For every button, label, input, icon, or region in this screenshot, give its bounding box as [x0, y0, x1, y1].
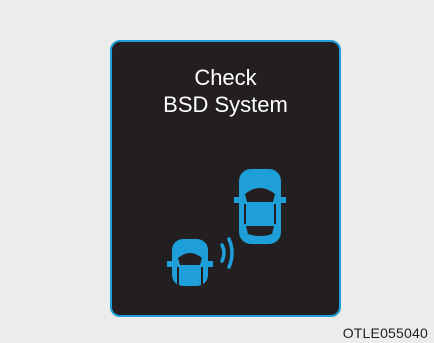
car-icon: [234, 169, 286, 244]
figure-code: OTLE055040: [342, 325, 428, 341]
warning-display-panel: Check BSD System: [110, 40, 341, 317]
radar-wave-icon: [220, 237, 234, 269]
bsd-illustration: [167, 169, 286, 286]
rear-car-icon: [167, 239, 213, 286]
